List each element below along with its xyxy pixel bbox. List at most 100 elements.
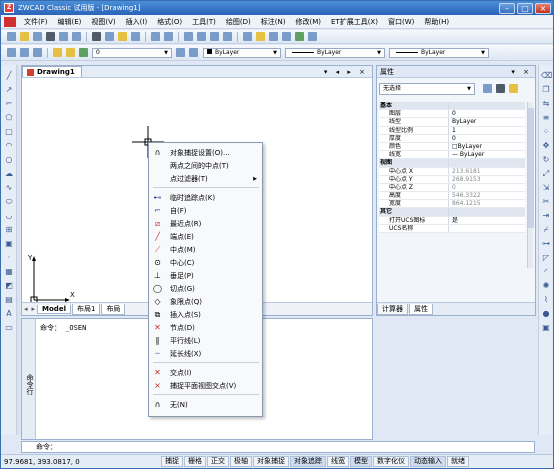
osnap-item[interactable]: ⊷ 临时追踪点(K) [151, 191, 261, 204]
help-icon[interactable] [308, 32, 317, 41]
tab-layout1[interactable]: 布局1 [71, 303, 101, 315]
osnap-item[interactable]: ◇ 象限点(Q) [151, 295, 261, 308]
tab-nav-next[interactable]: ▸ [30, 305, 38, 313]
edit-polyline-icon[interactable]: ⌇ [541, 295, 551, 305]
osnap-item[interactable]: ✕ 节点(D) [151, 321, 261, 334]
document-window-controls[interactable]: ▾ ◂ ▸ × [324, 68, 368, 76]
copy-icon[interactable] [105, 32, 114, 41]
category-basic[interactable]: 基本 [379, 102, 525, 111]
new-icon[interactable] [7, 32, 16, 41]
status-toggle[interactable]: 极轴 [230, 456, 252, 467]
move-icon[interactable]: ✥ [541, 141, 551, 151]
property-row[interactable]: 高度 546.3322 [379, 192, 525, 201]
menu-insert[interactable]: 插入(I) [121, 17, 153, 27]
tab-layout2[interactable]: 布局 [101, 303, 126, 315]
mirror-icon[interactable]: ⇋ [541, 99, 551, 109]
redo-icon[interactable] [164, 32, 173, 41]
property-row[interactable]: 打开UCS图标是 [379, 216, 525, 225]
status-toggle[interactable]: 捕捉 [161, 456, 183, 467]
menu-et-tools[interactable]: ET扩展工具(X) [326, 17, 383, 27]
document-icon[interactable] [4, 16, 16, 27]
tool-palette-icon[interactable] [269, 32, 278, 41]
ray-icon[interactable]: ↗ [4, 85, 14, 95]
layer-manager-icon[interactable] [295, 32, 304, 41]
insert-block-icon[interactable]: ⊞ [4, 225, 14, 235]
document-tab[interactable]: Drawing1 [22, 66, 82, 77]
status-toggle[interactable]: 对象捕捉 [253, 456, 289, 467]
property-row[interactable]: 中心点 X 213.6181 [379, 167, 525, 176]
property-row[interactable]: 中心点 Z0 [379, 183, 525, 193]
menu-view[interactable]: 视图(V) [86, 17, 120, 27]
copy-object-icon[interactable]: ❐ [541, 85, 551, 95]
menu-modify[interactable]: 修改(M) [290, 17, 326, 27]
color-select[interactable]: ByLayer ▼ [203, 47, 281, 58]
osnap-item[interactable]: ⟋ 中点(M) [151, 243, 261, 256]
osnap-item[interactable]: ⊙ 中心(C) [151, 256, 261, 269]
extend-icon[interactable]: ⇥ [541, 211, 551, 221]
toggle-pickadd-icon[interactable] [483, 84, 492, 93]
publish-icon[interactable] [72, 32, 81, 41]
menu-window[interactable]: 窗口(W) [383, 17, 419, 27]
tab-model[interactable]: Model [37, 304, 71, 314]
property-row[interactable]: 厚度 0 [379, 134, 525, 143]
calculator-icon[interactable] [282, 32, 291, 41]
status-toggle[interactable]: 动态输入 [410, 456, 446, 467]
context-menu-item[interactable]: 两点之间的中点(T) [151, 159, 261, 172]
polyline-icon[interactable]: ⌐ [4, 99, 14, 109]
pan-icon[interactable] [184, 32, 193, 41]
property-row[interactable]: UCS名称 [379, 224, 525, 233]
osnap-item[interactable]: ⊥ 垂足(P) [151, 269, 261, 282]
rectangle-icon[interactable]: □ [4, 127, 14, 137]
spline-icon[interactable]: ∿ [4, 183, 14, 193]
join-icon[interactable]: ⊶ [541, 239, 551, 249]
erase-icon[interactable]: ⌫ [541, 71, 552, 81]
save-icon[interactable] [33, 32, 42, 41]
category-other[interactable]: 其它 [379, 208, 525, 217]
properties-icon[interactable] [243, 32, 252, 41]
select-objects-icon[interactable] [496, 84, 505, 93]
tab-nav-prev[interactable]: ◂ [22, 305, 30, 313]
layer-properties-icon[interactable] [7, 48, 16, 57]
menu-draw[interactable]: 绘图(D) [221, 17, 256, 27]
properties-controls[interactable]: ▾ × [511, 68, 532, 76]
ellipse-icon[interactable]: ⬭ [4, 197, 14, 207]
property-row[interactable]: 线型比例 1 [379, 126, 525, 135]
explode-icon[interactable]: ✺ [541, 281, 551, 291]
maximize-button[interactable]: □ [517, 2, 533, 14]
trim-icon[interactable]: ✂ [541, 197, 551, 207]
make-current-icon[interactable] [176, 48, 185, 57]
osnap-item[interactable]: ✕ 交点(I) [151, 366, 261, 379]
print-icon[interactable] [46, 32, 55, 41]
osnap-item[interactable]: ∥ 平行线(L) [151, 334, 261, 347]
make-block-icon[interactable]: ▣ [4, 239, 14, 249]
scroll-thumb[interactable] [528, 108, 534, 228]
context-menu-item[interactable]: ∩ 对象捕捉设置(O)... [151, 146, 261, 159]
status-toggle[interactable]: 就绪 [447, 456, 469, 467]
category-view[interactable]: 视图 [379, 159, 525, 168]
arc-icon[interactable]: ◠ [4, 141, 14, 151]
zoom-previous-icon[interactable] [223, 32, 232, 41]
status-toggle[interactable]: 对象追踪 [290, 456, 326, 467]
lineweight-select[interactable]: ByLayer ▼ [389, 47, 489, 58]
menu-dimension[interactable]: 标注(N) [256, 17, 291, 27]
osnap-item[interactable]: ╱ 端点(E) [151, 230, 261, 243]
status-toggle[interactable]: 栅格 [184, 456, 206, 467]
context-menu-item[interactable]: 点过滤器(T) ▶ [151, 172, 261, 185]
image-icon[interactable]: ▭ [4, 323, 14, 333]
menu-help[interactable]: 帮助(H) [419, 17, 454, 27]
property-row[interactable]: 图层 0 [379, 110, 525, 119]
close-button[interactable]: × [535, 2, 551, 14]
osnap-item[interactable]: ⨯ 捕捉平面视图交点(V) [151, 379, 261, 392]
tab-calculator[interactable]: 计算器 [377, 303, 408, 315]
property-row[interactable]: 颜色 □ByLayer [379, 142, 525, 152]
osnap-item[interactable]: ┄ 延长线(X) [151, 347, 261, 360]
property-row[interactable]: 中心点 Y 268.9153 [379, 175, 525, 184]
layer-select[interactable]: 0 ▼ [92, 47, 172, 58]
stretch-icon[interactable]: ⇲ [541, 183, 551, 193]
array-icon[interactable]: ⁘ [541, 127, 551, 137]
box-icon[interactable]: ▣ [541, 323, 551, 333]
zoom-realtime-icon[interactable] [197, 32, 206, 41]
ellipse-arc-icon[interactable]: ◡ [4, 211, 14, 221]
status-toggle[interactable]: 模型 [350, 456, 372, 467]
mtext-icon[interactable]: A [4, 309, 14, 319]
